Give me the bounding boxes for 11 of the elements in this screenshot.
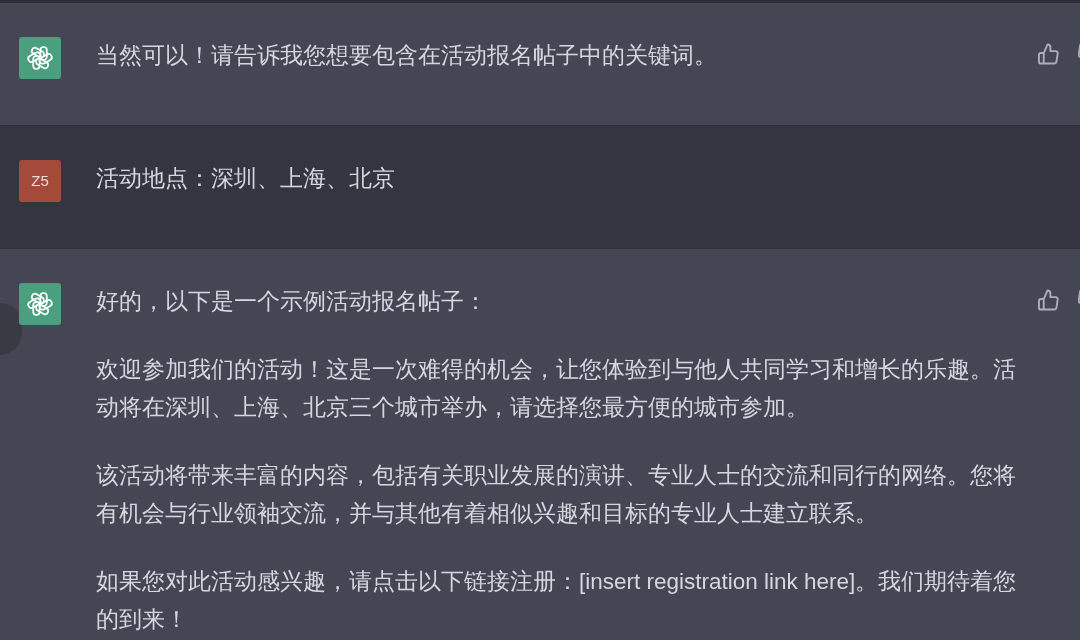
user-avatar: Z5: [19, 160, 61, 202]
message-text: 如果您对此活动感兴趣，请点击以下链接注册：[insert registration link here]。我们期待着您的到来！: [96, 568, 1017, 634]
message-text: 好的，以下是一个示例活动报名帖子：: [96, 288, 488, 316]
knot-avatar-icon: [19, 37, 61, 79]
message-text: 欢迎参加我们的活动！这是一次难得的机会，让您体验到与他人共同学习和增长的乐趣。活动将在深圳、上海、北京三个城市举办，请选择您最方便的城市参加。: [96, 356, 1017, 422]
message-text: 当然可以！请告诉我您想要包含在活动报名帖子中的关键词。: [96, 42, 718, 70]
thumbs-up-icon[interactable]: [1038, 43, 1059, 65]
thumbs-up-icon[interactable]: [1038, 289, 1059, 311]
message-text: 该活动将带来丰富的内容，包括有关职业发展的演讲、专业人士的交流和同行的网络。您将有机会与行业领袖交流，并与其他有着相似兴趣和目标的专业人士建立联系。: [96, 462, 1017, 528]
knot-avatar-icon: [19, 283, 61, 325]
message-text: 活动地点：深圳、上海、北京: [96, 165, 396, 193]
